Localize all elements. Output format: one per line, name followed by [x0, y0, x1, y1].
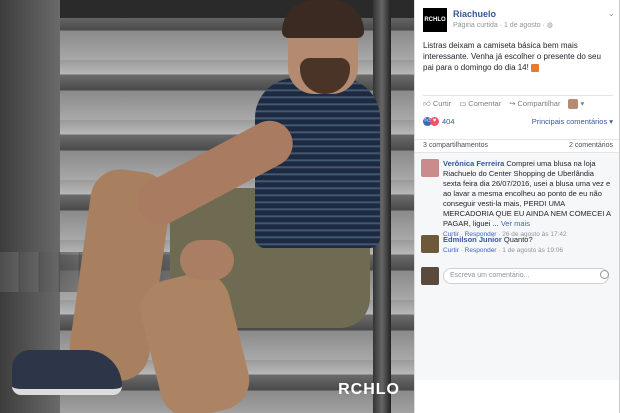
- chevron-down-icon: ▾: [609, 116, 613, 126]
- globe-icon: ◍: [546, 22, 553, 29]
- comments-section: Verônica Ferreira Comprei uma blusa na l…: [415, 152, 619, 380]
- page-name[interactable]: Riachuelo: [453, 9, 496, 19]
- shares-count[interactable]: 3 compartilhamentos: [423, 142, 488, 151]
- page-avatar[interactable]: RCHLO: [423, 8, 447, 32]
- photo-viewer: RCHLO RCHLO Riachuelo Página curtida · 1…: [0, 0, 620, 413]
- comment-meta: Curtir · Responder · 1 de agosto às 19:0…: [443, 247, 563, 254]
- comments-count[interactable]: 2 comentários: [569, 142, 613, 151]
- comment-icon: ▭: [459, 99, 467, 108]
- comment-composer: Escreva um comentário...: [421, 267, 613, 285]
- post-header: RCHLO Riachuelo Página curtida · 1 de ag…: [423, 8, 615, 32]
- love-reaction-icon: ♥: [430, 116, 439, 126]
- model-hand: [180, 240, 234, 280]
- post-meta: Página curtida · 1 de agosto · ◍: [453, 21, 553, 29]
- post-text: Listras deixam a camiseta básica bem mai…: [423, 40, 613, 73]
- comment-input[interactable]: Escreva um comentário...: [443, 268, 609, 284]
- gift-icon: [531, 63, 540, 72]
- post-body: Listras deixam a camiseta básica bem mai…: [423, 41, 601, 72]
- comment-text: Comprei uma blusa na loja Riachuelo do C…: [443, 159, 611, 228]
- comment-time[interactable]: 1 de agosto às 19:06: [502, 247, 563, 254]
- comment-button[interactable]: ▭ Comentar: [459, 98, 501, 109]
- model-shoe: [12, 350, 122, 395]
- thumbs-up-icon: 👍︎: [423, 98, 431, 108]
- avatar: [421, 267, 439, 285]
- see-more-link[interactable]: Ver mais: [501, 219, 530, 228]
- like-button[interactable]: 👍︎ Curtir: [423, 98, 451, 109]
- reaction-count: 404: [442, 116, 455, 126]
- comment-label: Comentar: [468, 99, 502, 108]
- avatar[interactable]: [421, 159, 439, 177]
- like-label: Curtir: [432, 99, 452, 108]
- comment-body: Verônica Ferreira Comprei uma blusa na l…: [443, 159, 611, 240]
- model-hair: [282, 0, 364, 38]
- chevron-down-icon: ▾: [580, 99, 585, 108]
- reactions-bar[interactable]: 👍︎ ♥ 404 Principais comentários ▾: [423, 114, 613, 128]
- share-comment-counts: 3 compartilhamentos 2 comentários: [415, 139, 619, 151]
- camera-icon[interactable]: [600, 270, 609, 279]
- comment-like-link[interactable]: Curtir: [443, 247, 459, 254]
- avatar[interactable]: [421, 235, 439, 253]
- post-photo[interactable]: RCHLO: [0, 0, 414, 413]
- comment-body: Edmilson Junior Quanto? Curtir · Respond…: [443, 235, 611, 256]
- photo-watermark: RCHLO: [338, 381, 400, 398]
- share-icon: ↪: [509, 99, 516, 108]
- comment-author[interactable]: Verônica Ferreira: [443, 159, 504, 168]
- share-button[interactable]: ↪ Compartilhar: [509, 98, 560, 109]
- share-label: Compartilhar: [517, 99, 561, 108]
- sort-comments-menu[interactable]: Principais comentários: [532, 117, 607, 126]
- chevron-down-icon[interactable]: ⌄: [607, 8, 615, 19]
- comment-author[interactable]: Edmilson Junior: [443, 235, 502, 244]
- post-side-panel: RCHLO Riachuelo Página curtida · 1 de ag…: [414, 0, 620, 413]
- post-meta-text: Página curtida · 1 de agosto ·: [453, 22, 547, 29]
- avatar: [568, 98, 579, 109]
- profile-selector[interactable]: ▾: [568, 98, 584, 109]
- comment-reply-link[interactable]: Responder: [465, 247, 497, 254]
- post-actions: 👍︎ Curtir ▭ Comentar ↪ Compartilhar ▾: [423, 95, 613, 109]
- comment-text: Quanto?: [503, 235, 533, 244]
